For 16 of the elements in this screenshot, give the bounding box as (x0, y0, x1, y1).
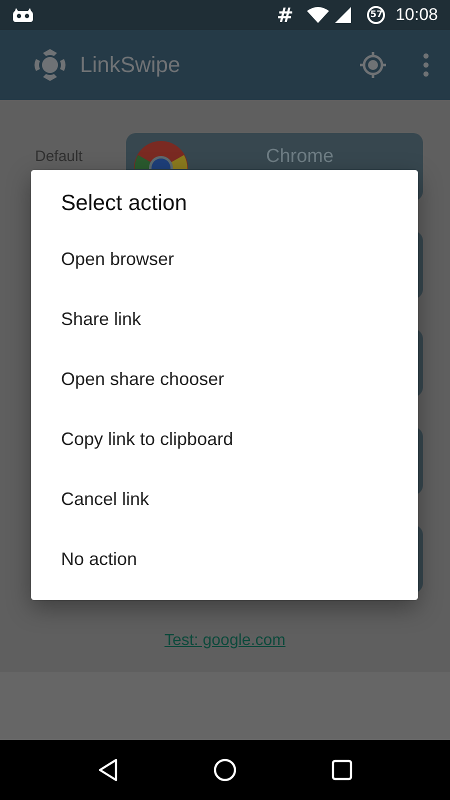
signal-icon (335, 7, 352, 23)
clock: 10:08 (395, 5, 438, 25)
action-option[interactable]: Cancel link (31, 472, 418, 532)
more-icon (422, 52, 430, 78)
battery-indicator: 57 (367, 6, 386, 24)
wifi-icon (307, 7, 330, 23)
crosshair-icon (358, 50, 388, 80)
action-option[interactable]: No action (31, 532, 418, 592)
logo-icon (32, 48, 68, 82)
action-option[interactable]: Copy link to clipboard (31, 412, 418, 472)
robot-icon (13, 8, 33, 22)
action-option[interactable]: Open browser (31, 232, 418, 292)
hash-indicator: # (276, 3, 294, 27)
action-option[interactable]: Share link (31, 292, 418, 352)
app-title: LinkSwipe (80, 52, 180, 78)
action-option[interactable]: Open share chooser (31, 352, 418, 412)
